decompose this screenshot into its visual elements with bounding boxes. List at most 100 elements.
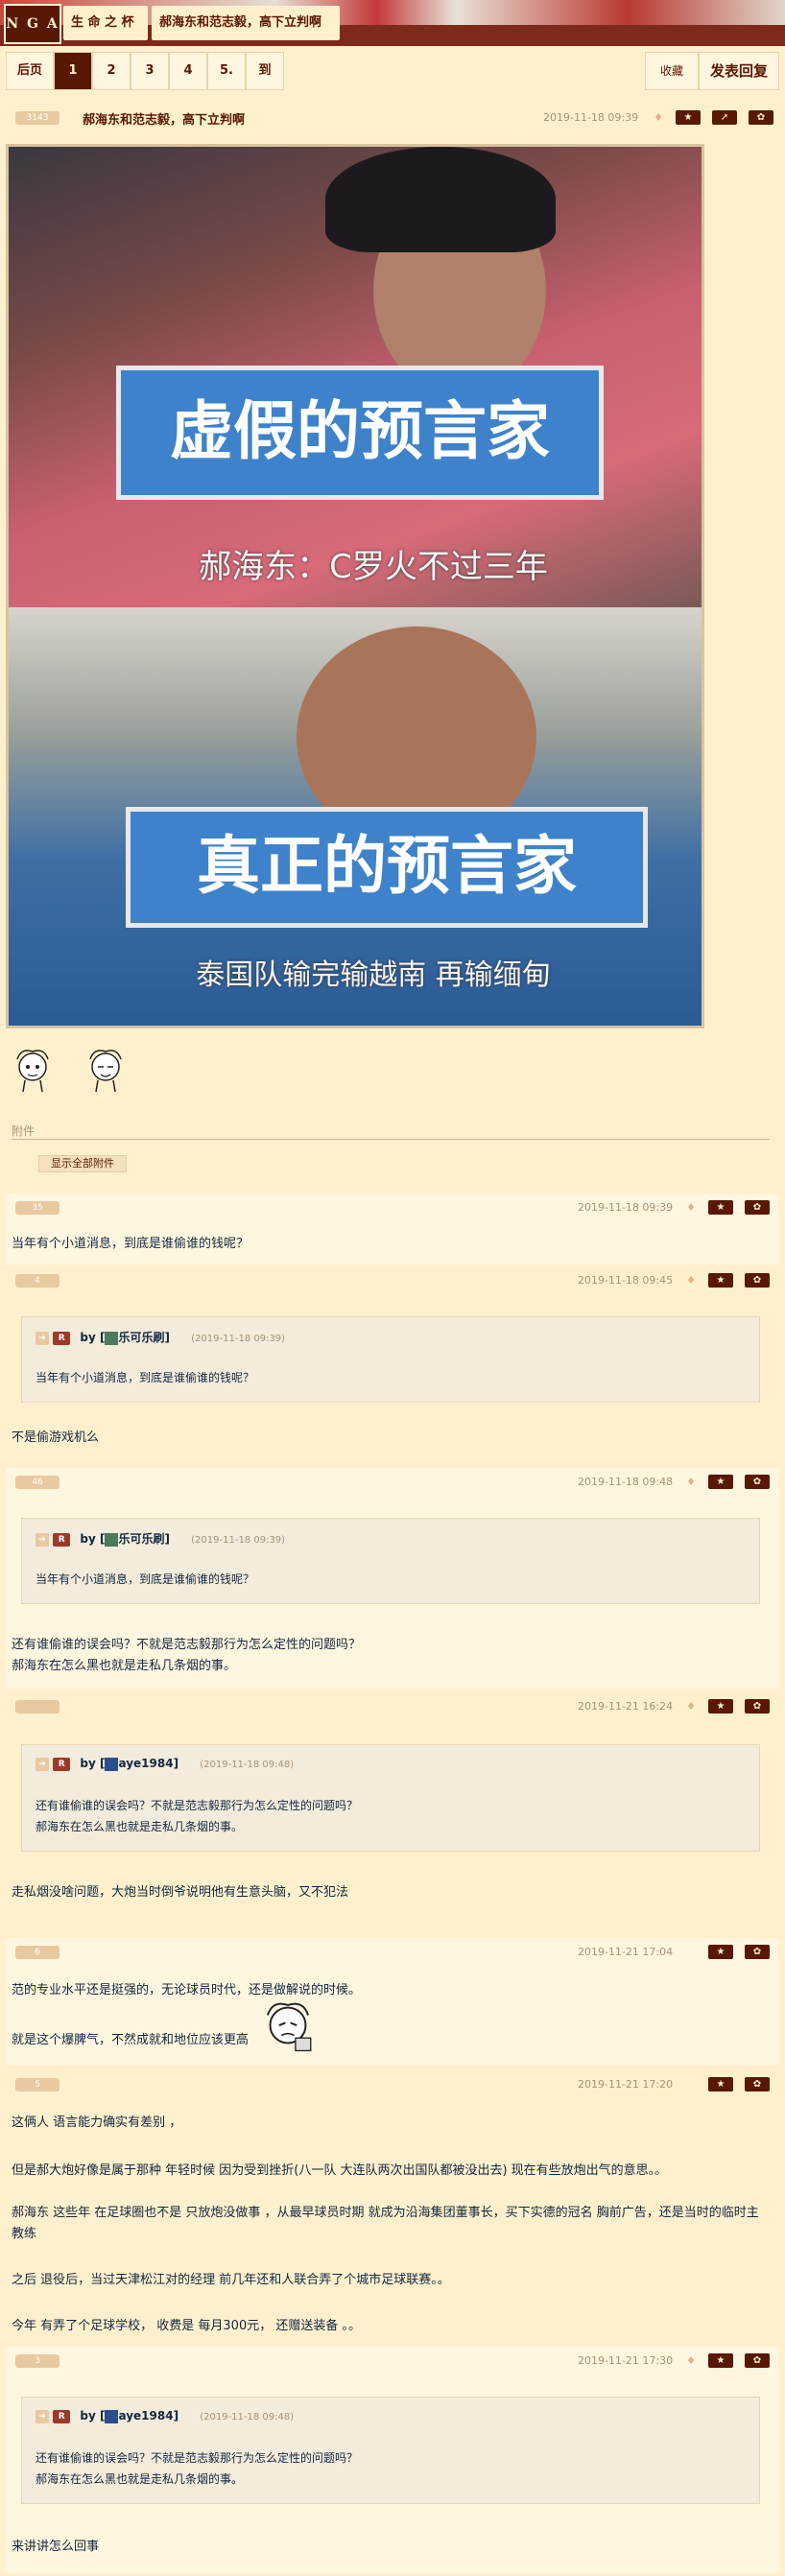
by-label: by xyxy=(80,1331,96,1344)
floor-badge: 5 xyxy=(15,2078,59,2092)
recommend-icon[interactable]: ♦ xyxy=(685,1273,697,1288)
recommend-icon[interactable]: ♦ xyxy=(653,110,664,125)
quoted-username[interactable]: aye1984 xyxy=(118,2409,173,2422)
reply-post: 5 2019-11-21 17:20 ★ ✿ 这俩人 语言能力确实有差别 ， 但… xyxy=(6,2070,779,2337)
emoji-sticker-1 xyxy=(16,1050,49,1093)
recommend-icon[interactable]: ♦ xyxy=(685,1200,697,1215)
post-text-line-2: 郝海东在怎么黑也就是走私几条烟的事。 xyxy=(12,1659,237,1673)
floor-badge: 3 xyxy=(15,2354,59,2368)
reply-post: 35 2019-11-18 09:39 ♦ ★ ✿ 当年有个小道消息，到底是谁偷… xyxy=(6,1193,779,1264)
page-2-button[interactable]: 2 xyxy=(92,52,131,90)
post-text-line-2: 但是郝大炮好像是属于那种 年轻时候 因为受到挫折(八一队 大连队两次出国队都被没… xyxy=(12,2163,668,2178)
floor-badge: 35 xyxy=(15,1201,59,1215)
quoted-date: (2019-11-18 09:48) xyxy=(200,1760,295,1770)
page-5-button[interactable]: 5. xyxy=(207,52,246,90)
emoji-sticker-3 xyxy=(266,2002,312,2052)
page-3-button[interactable]: 3 xyxy=(131,52,169,90)
post-text: 走私烟没啥问题，大炮当时倒爷说明他有生意头脑，又不犯法 xyxy=(12,1885,349,1900)
star-button[interactable]: ★ xyxy=(708,1200,733,1215)
star-button[interactable]: ★ xyxy=(708,1475,733,1489)
star-button[interactable]: ★ xyxy=(708,1945,733,1959)
user-avatar xyxy=(105,1757,119,1771)
floor-badge: 3143 xyxy=(15,111,59,125)
hair-top xyxy=(325,147,556,252)
reply-post: 4 2019-11-18 09:45 ♦ ★ ✿ ➔ R by [乐可乐刷] (… xyxy=(6,1266,779,1460)
recommend-icon[interactable]: ♦ xyxy=(685,1699,697,1713)
user-avatar xyxy=(105,1331,119,1345)
quoted-text: 当年有个小道消息，到底是谁偷谁的钱呢？ xyxy=(36,1371,255,1384)
top-navigation-bar: N G A 生 命 之 杯 郝海东和范志毅，高下立判啊 xyxy=(0,0,785,46)
quote-header: ➔ R by [乐可乐刷] (2019-11-18 09:39) xyxy=(36,1329,285,1346)
nga-logo[interactable]: N G A xyxy=(4,4,61,44)
quote-header: ➔ R by [aye1984] (2019-11-18 09:48) xyxy=(36,1757,294,1774)
settings-button[interactable]: ✿ xyxy=(745,1475,770,1489)
reply-post: 6 2019-11-21 17:04 ★ ✿ 范的专业水平还是挺强的，无论球员时… xyxy=(6,1938,779,2065)
post-reply-button[interactable]: 发表回复 xyxy=(699,52,779,90)
pager-bar: 后页 1 2 3 4 5. 到 收藏 发表回复 xyxy=(0,46,785,98)
user-avatar xyxy=(105,2409,119,2423)
by-label: by xyxy=(80,2409,96,2422)
quote-block: ➔ R by [aye1984] (2019-11-18 09:48) 还有谁偷… xyxy=(21,1744,760,1852)
star-button[interactable]: ★ xyxy=(676,110,701,125)
attachment-label: 附件 xyxy=(12,1124,36,1138)
quoted-date: (2019-11-18 09:48) xyxy=(200,2412,295,2422)
settings-button[interactable]: ✿ xyxy=(749,110,773,125)
star-button[interactable]: ★ xyxy=(708,1699,733,1713)
settings-button[interactable]: ✿ xyxy=(745,2077,770,2092)
arrow-icon: ➔ xyxy=(36,1331,49,1345)
settings-button[interactable]: ✿ xyxy=(745,1945,770,1959)
post-text: 来讲讲怎么回事 xyxy=(12,2540,100,2554)
breadcrumb-topic[interactable]: 郝海东和范志毅，高下立判啊 xyxy=(152,6,340,40)
by-label: by xyxy=(80,1532,96,1546)
settings-button[interactable]: ✿ xyxy=(745,2353,770,2368)
favorite-button[interactable]: 收藏 xyxy=(645,52,699,90)
banner-true-prophet: 真正的预言家 xyxy=(126,807,648,928)
post-text-line-3: 郝海东 这些年 在足球圈也不是 只放炮没做事 ，从最早球员时期 就成为沿海集团董… xyxy=(12,2206,759,2241)
breadcrumb-forum[interactable]: 生 命 之 杯 xyxy=(63,6,148,40)
arrow-icon: ➔ xyxy=(36,1757,49,1771)
quoted-username[interactable]: aye1984 xyxy=(118,1757,173,1770)
post-header: 3143 郝海东和范志毅，高下立判啊 2019-11-18 09:39 ♦ ★ … xyxy=(6,104,779,130)
quoted-text-line-2: 郝海东在怎么黑也就是走私几条烟的事。 xyxy=(36,2472,244,2486)
arrow-icon: ➔ xyxy=(36,1532,49,1547)
quote-block: ➔ R by [乐可乐刷] (2019-11-18 09:39) 当年有个小道消… xyxy=(21,1316,760,1403)
reply-post: 46 2019-11-18 09:48 ♦ ★ ✿ ➔ R by [乐可乐刷] … xyxy=(6,1468,779,1689)
settings-button[interactable]: ✿ xyxy=(745,1200,770,1215)
recommend-icon[interactable]: ♦ xyxy=(685,2353,697,2368)
floor-badge: 46 xyxy=(15,1476,59,1489)
quoted-username[interactable]: 乐可乐刷 xyxy=(118,1331,164,1344)
settings-button[interactable]: ✿ xyxy=(745,1273,770,1288)
star-button[interactable]: ★ xyxy=(708,1273,733,1288)
show-all-attachments-button[interactable]: 显示全部附件 xyxy=(38,1155,127,1172)
quoted-username[interactable]: 乐可乐刷 xyxy=(118,1532,164,1546)
star-button[interactable]: ★ xyxy=(708,2353,733,2368)
quoted-text-line-1: 还有谁偷谁的误会吗？不就是范志毅那行为怎么定性的问题吗？ xyxy=(36,1799,359,1812)
star-button[interactable]: ★ xyxy=(708,2077,733,2092)
recommend-icon[interactable]: ♦ xyxy=(685,1475,697,1489)
post-text: 不是偷游戏机么 xyxy=(12,1430,100,1445)
goto-page-button[interactable]: 到 xyxy=(246,52,284,90)
post-date: 2019-11-21 17:30 xyxy=(578,2354,674,2367)
emoji-sticker-2 xyxy=(89,1050,122,1093)
quoted-text-line-2: 郝海东在怎么黑也就是走私几条烟的事。 xyxy=(36,1820,244,1833)
post-date: 2019-11-18 09:39 xyxy=(543,111,639,124)
reply-icon: R xyxy=(53,1757,71,1771)
page-1-button[interactable]: 1 xyxy=(54,52,92,90)
quoted-date: (2019-11-18 09:39) xyxy=(191,1535,286,1546)
reply-post: 3 2019-11-21 17:30 ♦ ★ ✿ ➔ R by [aye1984… xyxy=(6,2347,779,2573)
page-4-button[interactable]: 4 xyxy=(169,52,207,90)
quote-block: ➔ R by [aye1984] (2019-11-18 09:48) 还有谁偷… xyxy=(21,2397,760,2504)
first-page-button[interactable]: 后页 xyxy=(6,52,54,90)
reply-icon: R xyxy=(53,1532,71,1547)
post-text-line-1: 还有谁偷谁的误会吗？不就是范志毅那行为怎么定性的问题吗？ xyxy=(12,1638,362,1652)
settings-button[interactable]: ✿ xyxy=(745,1699,770,1713)
meme-image[interactable]: 虚假的预言家 郝海东：C罗火不过三年 真正的预言家 泰国队输完输越南 再输缅甸 xyxy=(6,144,704,1028)
share-button[interactable]: ➚ xyxy=(712,110,737,125)
by-label: by xyxy=(80,1757,96,1770)
quote-block: ➔ R by [乐可乐刷] (2019-11-18 09:39) 当年有个小道消… xyxy=(21,1518,760,1604)
banner-fake-prophet: 虚假的预言家 xyxy=(116,366,604,500)
post-text-line-5: 今年 有弄了个足球学校， 收费是 每月300元， 还赠送装备 。。 xyxy=(12,2319,361,2333)
post-date: 2019-11-21 17:04 xyxy=(578,1946,674,1958)
reply-icon: R xyxy=(53,2409,71,2423)
quoted-date: (2019-11-18 09:39) xyxy=(191,1334,286,1344)
